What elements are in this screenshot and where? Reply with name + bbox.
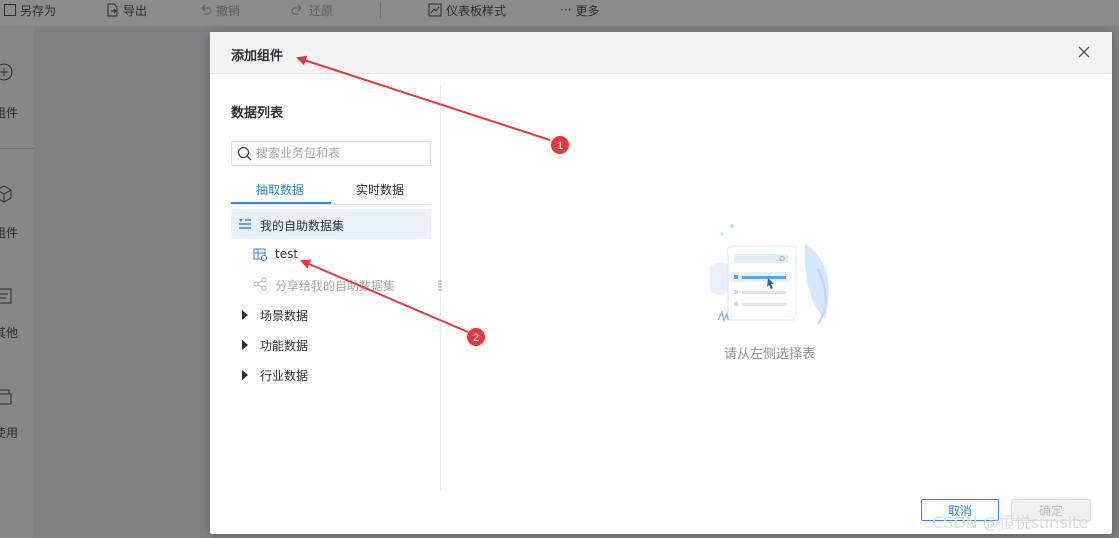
tree-item-function-data[interactable]: 功能数据 <box>231 329 431 359</box>
layers-icon <box>0 389 12 405</box>
dashboard-style-button[interactable]: 仪表板样式 <box>428 0 506 20</box>
caret-right-icon <box>242 340 248 350</box>
sidebar-divider <box>0 148 34 149</box>
search-icon <box>237 146 252 161</box>
tab-extracted-data[interactable]: 抽取数据 <box>256 181 304 198</box>
search-box[interactable] <box>231 141 431 166</box>
data-source-tabs: 抽取数据 实时数据 <box>231 178 431 205</box>
tree-item-scene-data[interactable]: 场景数据 <box>231 299 431 329</box>
redo-icon <box>291 4 302 15</box>
save-as-icon <box>4 4 16 16</box>
left-sidebar: 组件 组件 其他 使用 <box>0 26 34 538</box>
add-component-dialog: 添加组件 数据列表 抽取数据 实时数据 我的自助数据集 test 分享给我的自助… <box>210 32 1112 534</box>
undo-icon <box>201 4 212 15</box>
export-icon <box>107 3 118 17</box>
close-icon[interactable] <box>1076 44 1092 60</box>
export-button[interactable]: 导出 <box>105 0 147 20</box>
undo-button[interactable]: 撤销 <box>198 0 240 20</box>
more-button[interactable]: ··· 更多 <box>560 0 599 20</box>
save-as-button[interactable]: 另存为 <box>4 0 56 20</box>
add-circle-icon <box>0 63 13 81</box>
search-input[interactable] <box>256 143 424 163</box>
caret-right-icon <box>242 310 248 320</box>
caret-right-icon <box>242 370 248 380</box>
share-icon <box>253 277 267 291</box>
tree-item-industry-data[interactable]: 行业数据 <box>231 359 431 389</box>
active-tab-indicator <box>231 202 331 204</box>
tree-item-test[interactable]: test <box>231 239 431 269</box>
dialog-title: 添加组件 <box>231 49 284 64</box>
watermark: CSDN @恒悦sunsite <box>932 513 1089 532</box>
redo-button[interactable]: 还原 <box>291 0 333 20</box>
empty-state-text: 请从左侧选择表 <box>724 347 816 362</box>
tree-item-my-dataset[interactable]: 我的自助数据集 <box>231 209 431 239</box>
document-icon <box>0 288 12 304</box>
table-icon <box>253 248 267 261</box>
dialog-header: 添加组件 <box>210 32 1112 74</box>
more-icon: ··· <box>560 3 572 17</box>
dashboard-style-icon <box>428 3 442 17</box>
drag-handle-icon[interactable] <box>438 280 442 292</box>
dataset-folder-icon <box>239 219 251 229</box>
tree-item-shared-dataset[interactable]: 分享给我的自助数据集 <box>231 269 431 299</box>
tab-realtime-data[interactable]: 实时数据 <box>356 181 404 198</box>
top-toolbar: 另存为 导出 撤销 还原 仪表板样式 ··· 更多 <box>0 0 1119 26</box>
toolbar-divider <box>380 2 381 18</box>
data-list-title: 数据列表 <box>231 106 284 121</box>
empty-state-illustration <box>710 224 829 325</box>
cube-icon <box>0 185 12 203</box>
